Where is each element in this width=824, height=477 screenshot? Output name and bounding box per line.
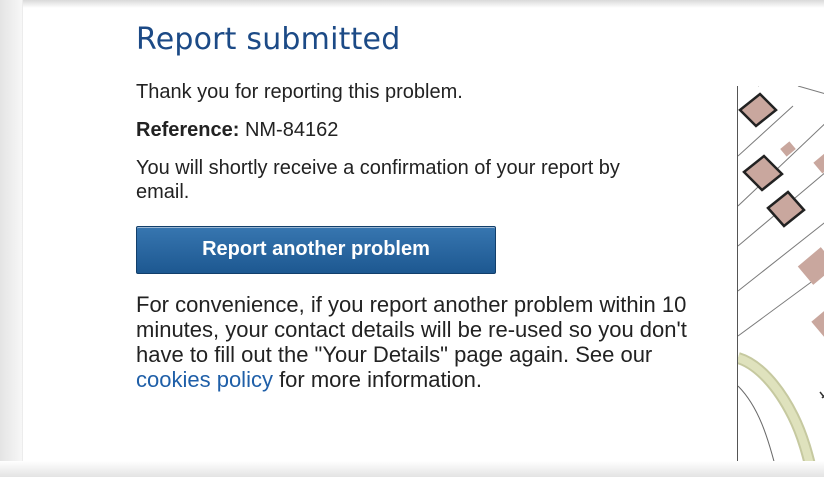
reference-label: Reference: [136, 119, 240, 141]
report-another-problem-button[interactable]: Report another problem [136, 226, 496, 274]
cookies-policy-link[interactable]: cookies policy [136, 367, 273, 392]
left-gutter [0, 0, 23, 477]
bottom-shadow [0, 461, 824, 477]
location-map[interactable] [737, 86, 824, 477]
reference-line: Reference: NM-84162 [136, 118, 716, 142]
map-thumbnail-icon [738, 86, 824, 477]
convenience-text-after: for more information. [272, 367, 483, 392]
main-content: Report submitted Thank you for reporting… [136, 18, 716, 392]
convenience-note: For convenience, if you report another p… [136, 292, 716, 392]
reference-value: NM-84162 [244, 119, 339, 141]
report-confirmation-page: Report submitted Thank you for reporting… [0, 0, 824, 477]
top-shadow [0, 0, 824, 8]
page-title: Report submitted [136, 22, 401, 57]
thank-you-message: Thank you for reporting this problem. [136, 81, 463, 103]
confirmation-message: You will shortly receive a confirmation … [136, 157, 620, 203]
convenience-text-before: For convenience, if you report another p… [136, 292, 687, 367]
